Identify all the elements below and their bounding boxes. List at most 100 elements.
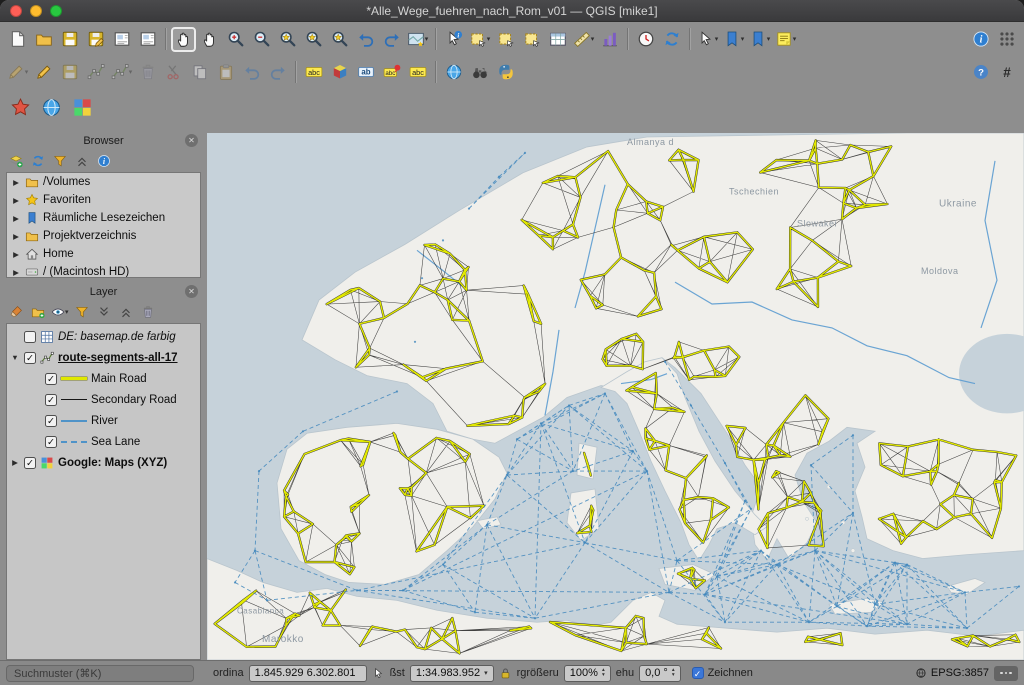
coordinate-input[interactable]: 1.845.929 6.302.801 [249,665,367,682]
browser-item-favoriten[interactable]: ▶Favoriten [7,191,200,209]
legend-item-secondary-road[interactable]: ✓Secondary Road [7,389,200,410]
select-features-button[interactable]: ▾ [467,27,492,52]
browser-filter-button[interactable] [50,151,69,170]
zoom-out-button[interactable] [249,27,274,52]
layer-checkbox[interactable]: ✓ [45,436,57,448]
paste-features-button[interactable] [213,60,238,85]
add-group-button[interactable] [28,302,47,321]
metasearch-button[interactable] [467,60,492,85]
python-console-button[interactable] [493,60,518,85]
filter-legend-button[interactable] [73,302,92,321]
layer-labeling-options-button[interactable] [301,60,326,85]
map-tips-button[interactable]: ▾ [695,27,720,52]
browser-properties-button[interactable] [94,151,113,170]
plugin-manager-button[interactable] [994,60,1019,85]
layout-manager-button[interactable] [135,27,160,52]
expander-icon[interactable]: ▶ [11,268,21,277]
magnifier-input[interactable]: 100% ▴▾ [564,665,611,682]
plugin-tool-1-button[interactable] [8,95,33,120]
expander-icon[interactable]: ▶ [11,232,21,241]
expander-icon[interactable]: ▶ [11,196,21,205]
messages-button[interactable] [994,666,1018,681]
statistical-summary-button[interactable] [597,27,622,52]
locator-search-input[interactable]: Suchmuster (⌘K) [6,665,194,682]
measure-line-button[interactable]: ▾ [571,27,596,52]
web-menu-button[interactable] [441,60,466,85]
zoom-button[interactable] [50,5,62,17]
layer-checkbox[interactable]: ✓ [24,457,36,469]
expander-icon[interactable]: ▶ [11,214,21,223]
info-button[interactable] [968,27,993,52]
browser-item-projektverzeichnis[interactable]: ▶Projektverzeichnis [7,227,200,245]
expander-icon[interactable]: ▶ [10,458,20,467]
new-spatial-bookmark-button[interactable]: ▾ [721,27,746,52]
spinner-icon[interactable]: ▴▾ [672,668,675,678]
project-new-button[interactable] [5,27,30,52]
plugin-tool-3-button[interactable] [70,95,95,120]
vertex-tool-button[interactable]: ▾ [109,60,134,85]
layer-checkbox[interactable]: ✓ [45,394,57,406]
pin-unpin-labels-button[interactable] [379,60,404,85]
legend-item-main-road[interactable]: ✓Main Road [7,368,200,389]
browser-item-spatial-bookmarks[interactable]: ▶Räumliche Lesezeichen [7,209,200,227]
layer-checkbox[interactable]: ✓ [45,415,57,427]
close-button[interactable] [10,5,22,17]
toggle-editing-button[interactable] [31,60,56,85]
minimize-button[interactable] [30,5,42,17]
help-contents-button[interactable] [968,60,993,85]
select-by-expression-button[interactable] [493,27,518,52]
browser-add-layers-button[interactable] [6,151,25,170]
identify-features-button[interactable] [441,27,466,52]
layers-panel-close-button[interactable]: ✕ [185,285,198,298]
zoom-last-button[interactable] [353,27,378,52]
project-save-button[interactable] [57,27,82,52]
collapse-all-button[interactable] [117,302,136,321]
expand-all-button[interactable] [95,302,114,321]
zoom-full-extent-button[interactable] [275,27,300,52]
zoom-next-button[interactable] [379,27,404,52]
layer-checkbox[interactable]: ✓ [45,373,57,385]
spinner-icon[interactable]: ▴▾ [602,668,605,678]
zoom-to-layer-button[interactable] [327,27,352,52]
browser-item-macintosh-hd[interactable]: ▶/ (Macintosh HD) [7,263,200,278]
layer-item-route-segments[interactable]: ▼✓route-segments-all-17 [7,347,200,368]
open-attribute-table-button[interactable] [545,27,570,52]
delete-selected-button[interactable] [135,60,160,85]
legend-item-river[interactable]: ✓River [7,410,200,431]
label-toolbar-button[interactable] [353,60,378,85]
save-layer-edits-button[interactable] [57,60,82,85]
new-print-layout-button[interactable] [109,27,134,52]
open-layer-styling-button[interactable] [6,302,25,321]
layer-checkbox[interactable]: ✓ [24,352,36,364]
undo-edit-button[interactable] [239,60,264,85]
manage-map-themes-button[interactable]: ▾ [50,302,70,321]
plugin-tool-2-button[interactable] [39,95,64,120]
map-canvas[interactable]: Almanya dTschechienSlowakeiUkraineMoldov… [207,133,1024,660]
title-bar[interactable]: *Alle_Wege_fuehren_nach_Rom_v01 — QGIS [… [0,0,1024,22]
add-feature-button[interactable] [83,60,108,85]
copy-features-button[interactable] [187,60,212,85]
zoom-in-button[interactable] [223,27,248,52]
plugin-grid-button[interactable] [994,27,1019,52]
refresh-map-button[interactable] [659,27,684,52]
layer-item-basemap-de[interactable]: DE: basemap.de farbig [7,326,200,347]
expander-icon[interactable]: ▼ [10,353,20,362]
deselect-features-button[interactable] [519,27,544,52]
expander-icon[interactable]: ▶ [11,178,21,187]
layer-diagram-options-button[interactable] [327,60,352,85]
layer-item-google-maps[interactable]: ▶✓Google: Maps (XYZ) [7,452,200,473]
layer-checkbox[interactable] [24,331,36,343]
new-annotation-button[interactable]: ▾ [773,27,798,52]
show-spatial-bookmarks-button[interactable]: ▾ [747,27,772,52]
project-open-button[interactable] [31,27,56,52]
scale-combobox[interactable]: 1:34.983.952 ▾ [410,665,494,682]
redo-edit-button[interactable] [265,60,290,85]
cut-features-button[interactable] [161,60,186,85]
expander-icon[interactable]: ▶ [11,250,21,259]
project-save-as-button[interactable] [83,27,108,52]
browser-refresh-button[interactable] [28,151,47,170]
pan-map-button[interactable] [171,27,196,52]
rotation-input[interactable]: 0,0 ° ▴▾ [639,665,681,682]
extent-toggle-button[interactable] [372,667,385,680]
pan-to-selection-button[interactable] [197,27,222,52]
